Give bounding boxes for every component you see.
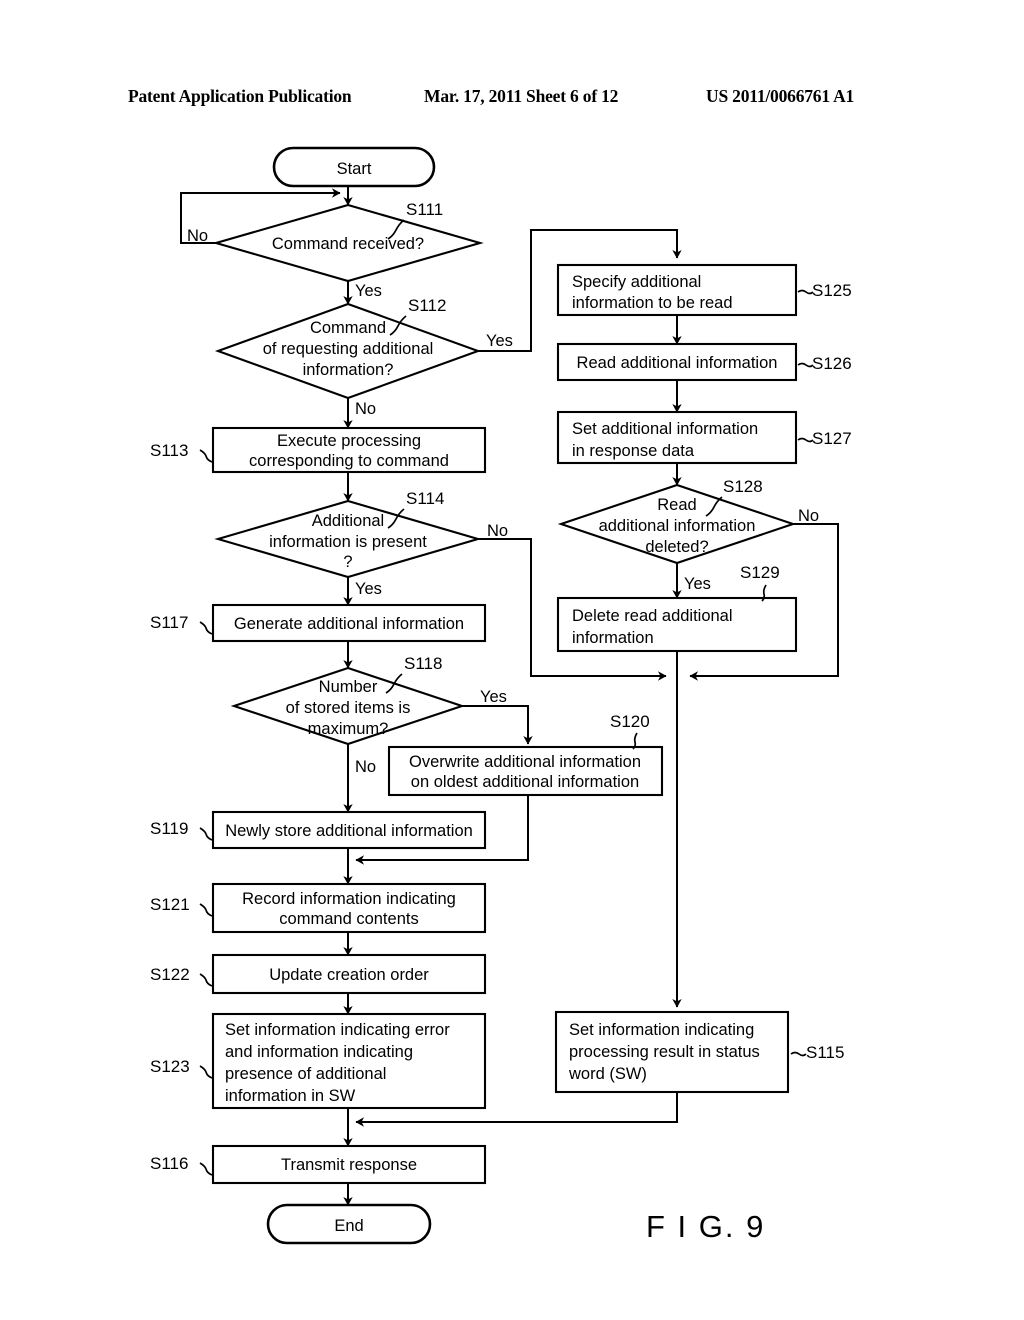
node-s113-line2: corresponding to command xyxy=(249,452,449,470)
branch-label-s114-yes: Yes xyxy=(355,580,382,598)
node-s111-label: Command received? xyxy=(272,235,424,253)
node-s113-line1: Execute processing xyxy=(277,432,421,450)
branch-label-s111-yes: Yes xyxy=(355,282,382,300)
node-s127: Set additional information in response d… xyxy=(556,410,852,465)
node-s127-line1: Set additional information xyxy=(572,420,758,438)
step-label-s116: S116 xyxy=(150,1154,188,1173)
branch-label-s112-no: No xyxy=(355,400,376,418)
step-label-s127: S127 xyxy=(812,429,852,448)
node-s114-line3: ? xyxy=(343,553,352,571)
node-s128-line2: additional information xyxy=(599,517,756,535)
step-label-s126: S126 xyxy=(812,354,852,373)
node-s122: Update creation order S122 xyxy=(150,953,487,995)
node-s120-line2: on oldest additional information xyxy=(411,773,639,791)
branch-label-s118-yes: Yes xyxy=(480,688,507,706)
node-s128-line1: Read xyxy=(657,496,696,514)
node-s118-line1: Number xyxy=(319,678,378,696)
node-s129-line2: information xyxy=(572,629,654,647)
edge-s118-yes-to-s120 xyxy=(462,705,533,745)
node-s121-line2: command contents xyxy=(279,910,418,928)
node-s120-line1: Overwrite additional information xyxy=(409,753,641,771)
step-label-s115: S115 xyxy=(806,1043,844,1062)
node-s115-line2: processing result in status xyxy=(569,1043,760,1061)
branch-label-s128-yes: Yes xyxy=(684,575,711,593)
node-s120: Overwrite additional information on olde… xyxy=(387,712,664,797)
node-s125-line1: Specify additional xyxy=(572,273,701,291)
node-s126-label: Read additional information xyxy=(577,354,778,372)
node-end-label: End xyxy=(334,1217,363,1235)
step-label-s117: S117 xyxy=(150,613,188,632)
node-s115-line3: word (SW) xyxy=(568,1065,647,1083)
figure-label: F I G. 9 xyxy=(646,1209,765,1244)
node-start: Start xyxy=(272,146,436,188)
node-s119-label: Newly store additional information xyxy=(225,822,473,840)
node-s114: Additional information is present ? S114… xyxy=(214,489,508,598)
step-label-s125: S125 xyxy=(812,281,852,300)
step-label-s121: S121 xyxy=(150,895,190,914)
node-s112-line1: Command xyxy=(310,319,386,337)
step-label-s118: S118 xyxy=(404,654,442,673)
node-s123-line1: Set information indicating error xyxy=(225,1021,450,1039)
patent-figure-page: Patent Application Publication Mar. 17, … xyxy=(0,0,1024,1320)
node-s117: Generate additional information S117 xyxy=(150,603,487,643)
step-label-s128: S128 xyxy=(723,477,763,496)
node-s114-line2: information is present xyxy=(269,533,427,551)
node-s123-line3: presence of additional xyxy=(225,1065,386,1083)
node-s114-line1: Additional xyxy=(312,512,384,530)
node-s121: Record information indicating command co… xyxy=(150,882,487,934)
step-label-s111: S111 xyxy=(406,200,443,219)
node-s118-line3: maximum? xyxy=(308,720,389,738)
node-s112-line3: information? xyxy=(303,361,394,379)
step-label-s129: S129 xyxy=(740,563,780,582)
node-s123: Set information indicating error and inf… xyxy=(150,1012,487,1110)
node-s113: Execute processing corresponding to comm… xyxy=(150,426,487,474)
node-s119: Newly store additional information S119 xyxy=(150,810,487,850)
node-s121-line1: Record information indicating xyxy=(242,890,456,908)
branch-label-s111-no: No xyxy=(187,227,208,245)
step-label-s112: S112 xyxy=(408,296,446,315)
branch-label-s112-yes: Yes xyxy=(486,332,513,350)
step-label-s123: S123 xyxy=(150,1057,190,1076)
node-s112: Command of requesting additional informa… xyxy=(214,296,513,418)
node-s112-line2: of requesting additional xyxy=(263,340,434,358)
node-s125-line2: information to be read xyxy=(572,294,733,312)
node-s117-label: Generate additional information xyxy=(234,615,464,633)
node-s125: Specify additional information to be rea… xyxy=(556,263,852,317)
node-s128-line3: deleted? xyxy=(645,538,708,556)
node-s128: Read additional information deleted? S12… xyxy=(557,477,819,593)
node-s115-line1: Set information indicating xyxy=(569,1021,754,1039)
node-s116-label: Transmit response xyxy=(281,1156,417,1174)
flowchart-diagram: Start Command received? S111 No Yes Comm… xyxy=(150,146,852,1245)
node-s115: Set information indicating processing re… xyxy=(554,1010,844,1094)
node-s116: Transmit response S116 xyxy=(150,1144,487,1185)
branch-label-s128-no: No xyxy=(798,507,819,525)
node-s127-line2: in response data xyxy=(572,442,695,460)
step-label-s113: S113 xyxy=(150,441,188,460)
node-s126: Read additional information S126 xyxy=(556,342,852,382)
step-label-s122: S122 xyxy=(150,965,190,984)
step-label-s114: S114 xyxy=(406,489,444,508)
node-s123-line4: information in SW xyxy=(225,1087,356,1105)
node-s122-label: Update creation order xyxy=(269,966,429,984)
node-s123-line2: and information indicating xyxy=(225,1043,413,1061)
step-label-s120: S120 xyxy=(610,712,650,731)
node-end: End xyxy=(266,1203,432,1245)
node-s111: Command received? S111 No Yes xyxy=(187,200,484,300)
node-start-label: Start xyxy=(337,160,372,178)
step-label-s119: S119 xyxy=(150,819,188,838)
node-s129-line1: Delete read additional xyxy=(572,607,733,625)
branch-label-s114-no: No xyxy=(487,522,508,540)
branch-label-s118-no: No xyxy=(355,758,376,776)
node-s118-line2: of stored items is xyxy=(286,699,411,717)
